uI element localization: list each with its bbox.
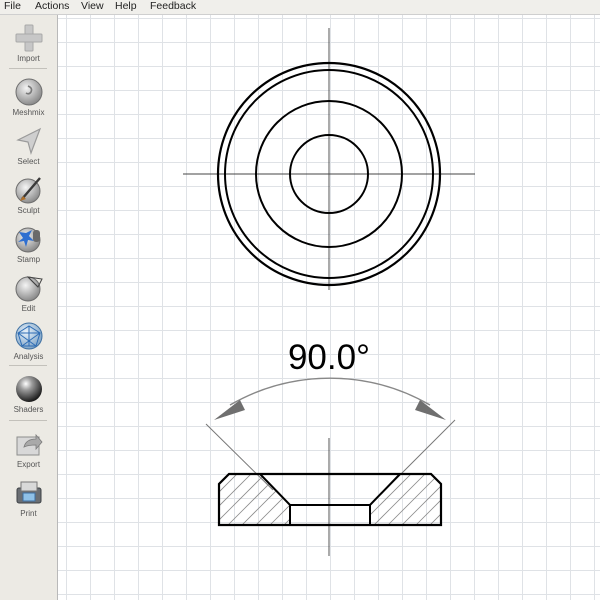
meshmix-icon [15, 78, 42, 106]
plus-icon [15, 24, 42, 52]
top-view [183, 28, 475, 290]
angle-arc [229, 377, 431, 406]
print-label: Print [20, 509, 37, 518]
sidebar-divider [9, 420, 47, 421]
select-label: Select [17, 157, 40, 166]
print-icon [16, 481, 41, 504]
menu-help[interactable]: Help [115, 0, 137, 13]
edit-icon [15, 276, 43, 302]
extension-line-left [205, 423, 274, 491]
shaders-icon [15, 376, 42, 402]
menu-bar: File Actions View Help Feedback [0, 0, 600, 15]
print-button[interactable]: Print [0, 478, 57, 518]
select-button[interactable]: Select [0, 126, 57, 166]
shaders-label: Shaders [13, 405, 44, 414]
import-button[interactable]: Import [0, 23, 57, 63]
washer-outline [217, 472, 443, 527]
edit-label: Edit [21, 304, 36, 313]
menu-actions[interactable]: Actions [35, 0, 69, 13]
meshmix-label: Meshmix [12, 108, 45, 117]
export-icon [16, 433, 43, 456]
arrowhead-right [415, 400, 446, 420]
tool-sidebar: Import Meshmix Select Sculpt Stamp Edit … [0, 15, 58, 600]
sculpt-label: Sculpt [17, 206, 40, 215]
stamp-label: Stamp [16, 255, 41, 264]
export-label: Export [16, 460, 41, 469]
analysis-button[interactable]: Analysis [0, 321, 57, 361]
shaders-button[interactable]: Shaders [0, 374, 57, 414]
sidebar-divider [9, 365, 47, 366]
sculpt-button[interactable]: Sculpt [0, 175, 57, 215]
stamp-button[interactable]: Stamp [0, 224, 57, 264]
meshmix-button[interactable]: Meshmix [0, 77, 57, 117]
select-arrow-icon [15, 127, 41, 155]
export-button[interactable]: Export [0, 429, 57, 469]
import-label: Import [17, 54, 40, 63]
analysis-label: Analysis [13, 352, 44, 361]
angle-label: 90.0° [288, 338, 370, 377]
angle-dimension: 90.0° [205, 338, 456, 491]
sidebar-divider [9, 68, 47, 69]
technical-drawing: 90.0° [183, 28, 475, 556]
menu-feedback[interactable]: Feedback [150, 0, 196, 13]
section-view [217, 438, 443, 556]
arrowhead-left [214, 400, 245, 420]
sculpt-brush-icon [15, 177, 41, 204]
edit-button[interactable]: Edit [0, 273, 57, 313]
menu-view[interactable]: View [81, 0, 104, 13]
stamp-icon [15, 227, 40, 253]
drawing-canvas[interactable]: 90.0° [58, 15, 600, 600]
menu-file[interactable]: File [4, 0, 21, 13]
analysis-icon [15, 322, 42, 350]
